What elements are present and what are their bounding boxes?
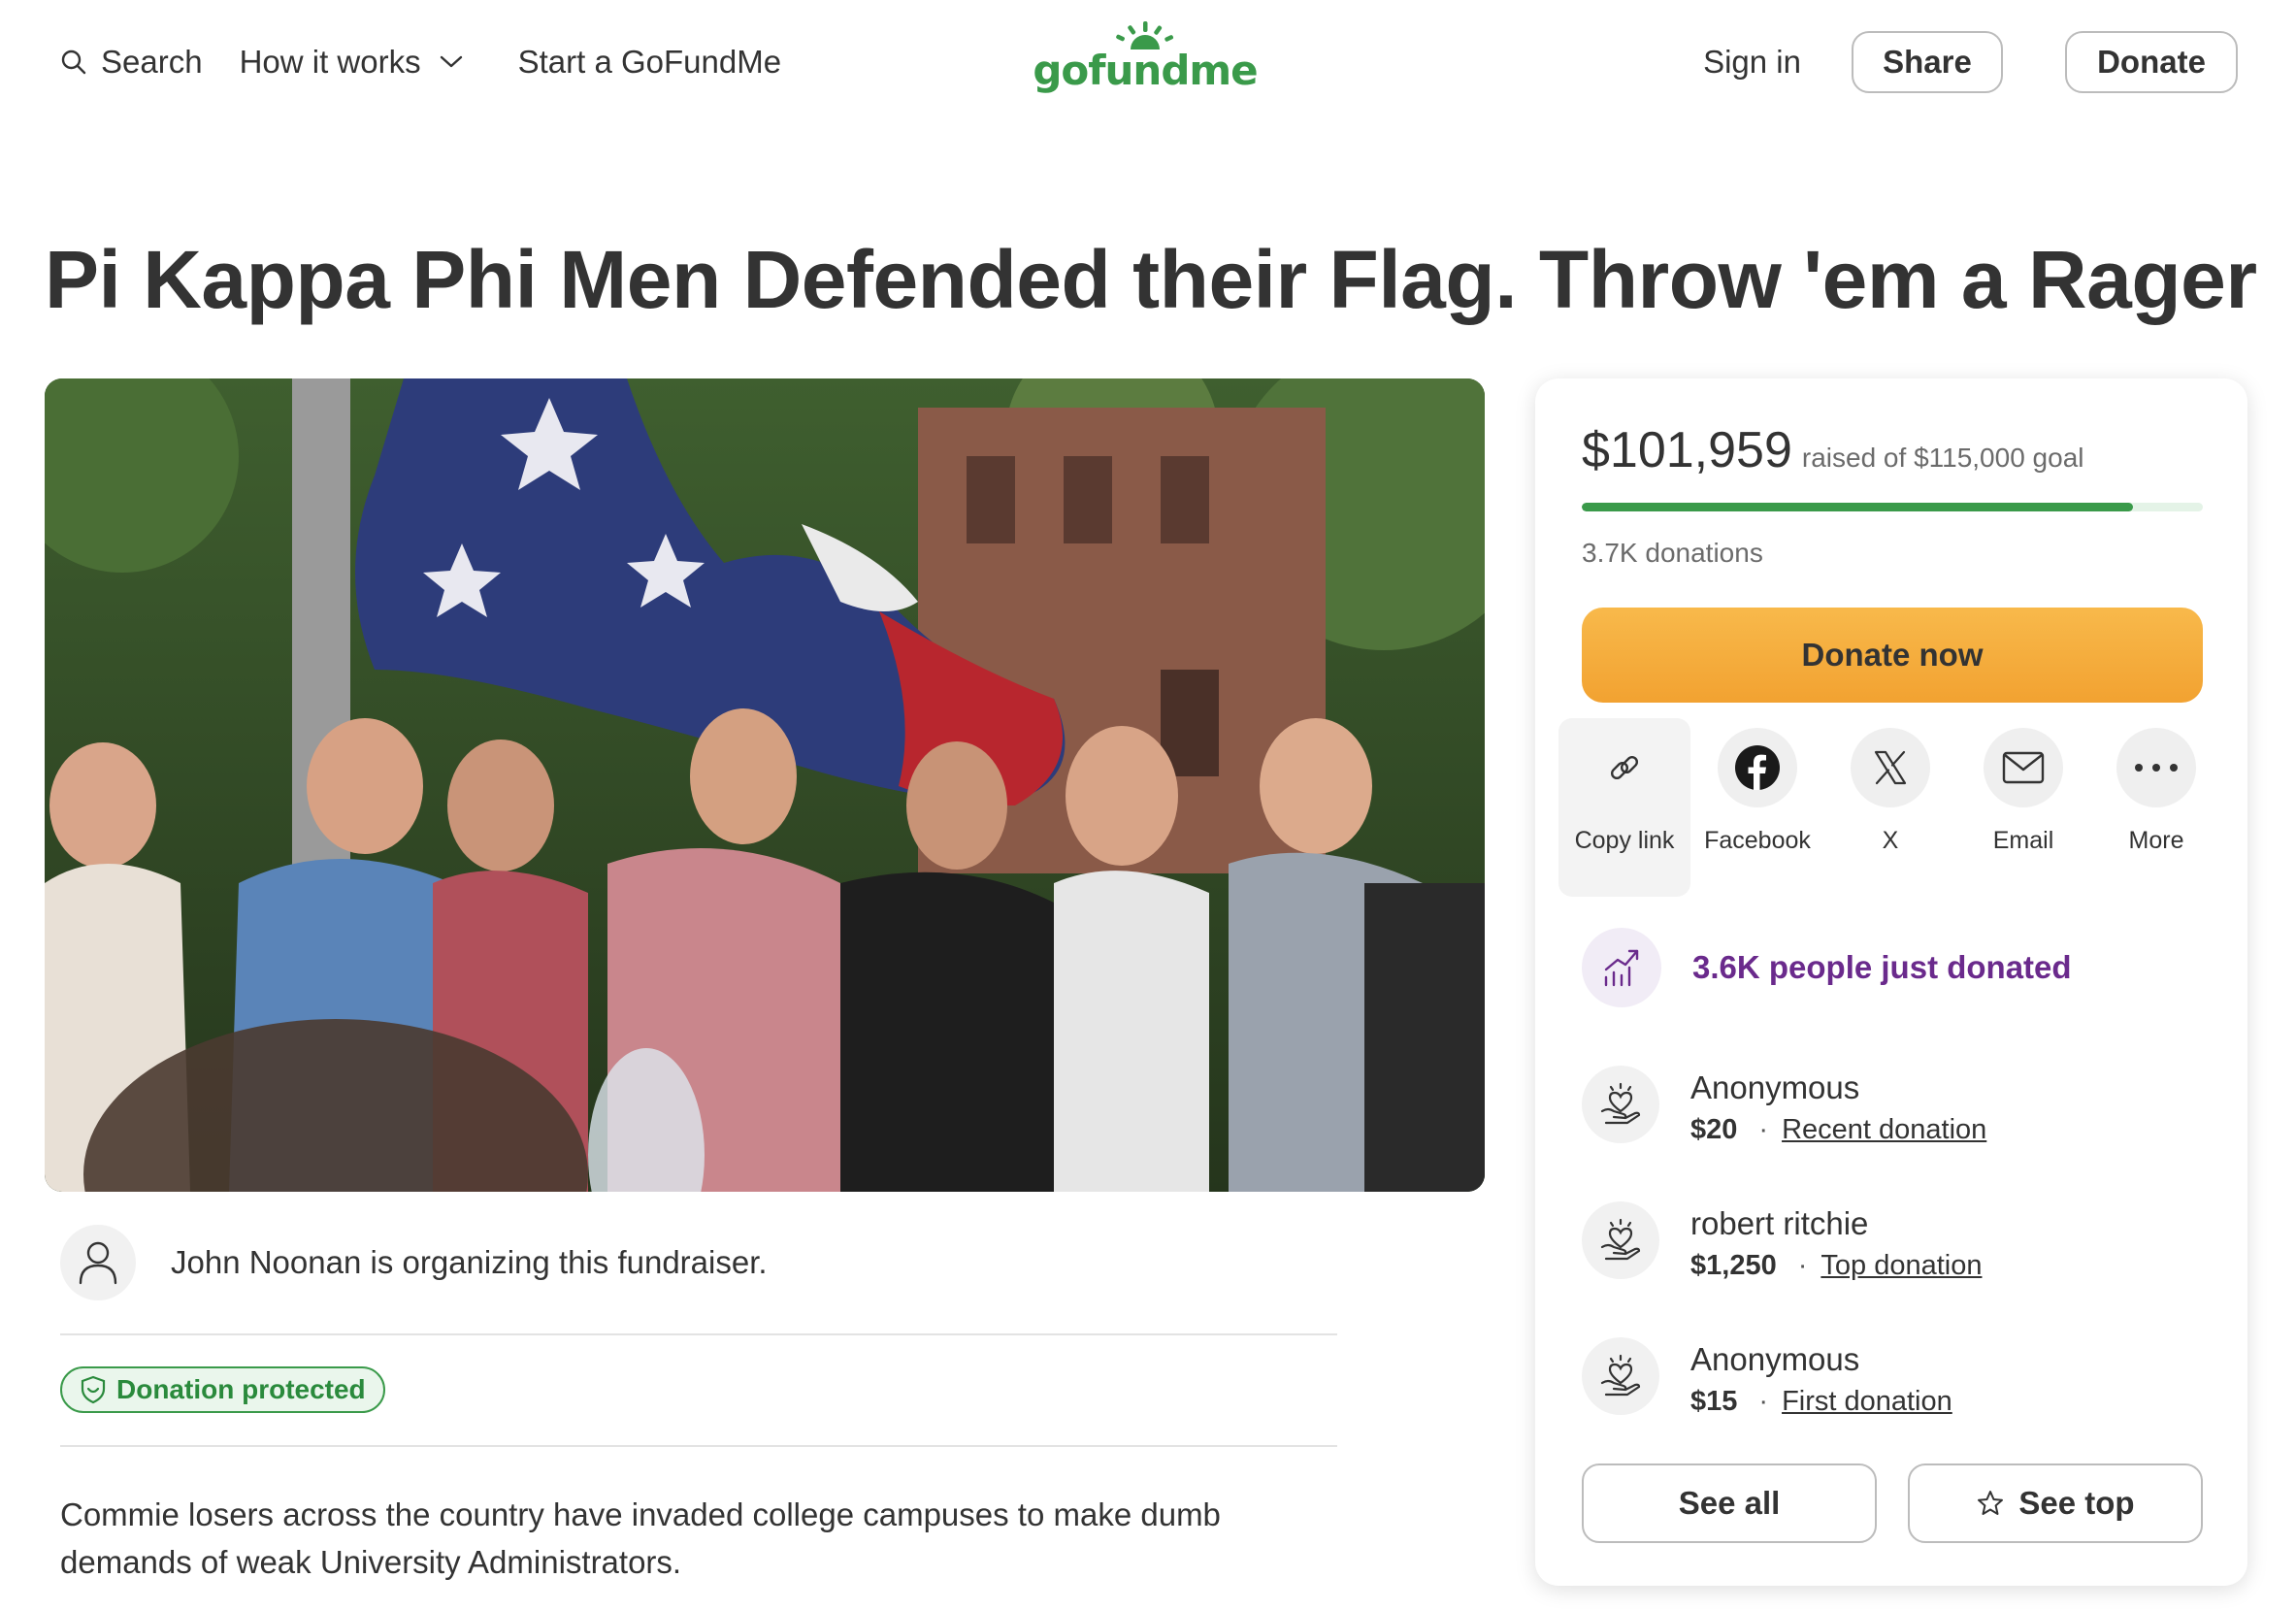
share-button[interactable]: Share [1852,31,2003,93]
donation-tag-link[interactable]: First donation [1782,1386,1952,1418]
heart-hand-icon [1582,1337,1659,1415]
top-nav: Search How it works Start a GoFundMe gof… [0,0,2296,126]
how-it-works-label: How it works [239,44,421,80]
campaign-photo-illustration [45,378,1485,1192]
donation-protected-badge[interactable]: Donation protected [60,1366,385,1413]
logo-text: gofundme [1033,47,1258,94]
progress-bar [1582,503,2203,511]
donor-row: Anonymous $20 · Recent donation [1582,1066,1986,1146]
organizer-row: John Noonan is organizing this fundraise… [60,1225,768,1300]
how-it-works-menu[interactable]: How it works [240,44,464,81]
divider [60,1445,1337,1447]
campaign-photo[interactable] [45,378,1485,1192]
email-icon [2002,751,2045,784]
see-top-button[interactable]: See top [1908,1463,2203,1543]
share-option-label: Email [1992,827,2054,854]
more-icon [2135,764,2178,772]
raised-goal: raised of $115,000 goal [1801,443,2084,473]
donor-name: robert ritchie [1690,1205,1869,1241]
donation-count: 3.7K donations [1582,538,1763,568]
recent-donors-trend: 3.6K people just donated [1582,928,2072,1007]
donation-tag-link[interactable]: Recent donation [1782,1114,1986,1146]
donor-row: robert ritchie $1,250 · Top donation [1582,1201,1982,1282]
see-top-label: See top [2018,1485,2135,1521]
x-icon [1874,750,1907,785]
donation-tag-link[interactable]: Top donation [1820,1250,1982,1282]
copy-link-button[interactable]: Copy link [1558,718,1690,897]
shield-icon [81,1375,106,1404]
share-option-label: Copy link [1574,827,1675,854]
facebook-share-button[interactable]: Facebook [1691,718,1823,897]
share-option-label: Facebook [1704,827,1811,854]
gofundme-logo[interactable]: gofundme [1033,21,1259,103]
start-fundraiser-link[interactable]: Start a GoFundMe [518,44,781,81]
separator-dot: · [1758,1386,1769,1417]
heart-hand-icon [1582,1201,1659,1279]
divider [60,1333,1337,1335]
share-option-label: More [2128,827,2184,854]
link-icon [1610,755,1639,780]
trending-up-icon [1582,928,1661,1007]
donation-card: $101,959 raised of $115,000 goal 3.7K do… [1535,378,2247,1586]
trend-text: 3.6K people just donated [1692,949,2072,985]
donation-protected-label: Donation protected [116,1374,366,1404]
nav-left: Search How it works Start a GoFundMe [60,37,781,87]
avatar [60,1225,136,1300]
nav-right: Sign in Share Donate [1703,31,2238,93]
see-all-label: See all [1678,1485,1781,1521]
star-icon [1978,1491,2004,1515]
campaign-description: Commie losers across the country have in… [60,1496,1221,1580]
donor-amount: $1,250 [1690,1250,1777,1281]
separator-dot: · [1758,1114,1769,1145]
donor-name: Anonymous [1690,1341,1860,1377]
separator-dot: · [1797,1250,1808,1281]
organizer-text: John Noonan is organizing this fundraise… [171,1244,768,1280]
donate-now-button[interactable]: Donate now [1582,608,2203,703]
email-share-button[interactable]: Email [1957,718,2089,897]
donor-amount: $20 [1690,1114,1738,1145]
x-share-button[interactable]: X [1824,718,1956,897]
raised-amount: $101,959 [1582,422,1792,478]
chevron-down-icon [421,54,464,70]
page-title: Pi Kappa Phi Men Defended their Flag. Th… [45,234,2257,325]
person-icon [79,1241,117,1285]
progress-fill [1582,503,2133,511]
share-options: Copy link Facebook X Email More [1558,718,2228,897]
search-icon [60,49,101,76]
donor-amount: $15 [1690,1386,1738,1417]
share-option-label: X [1882,827,1899,854]
sign-in-link[interactable]: Sign in [1703,44,1801,81]
donor-name: Anonymous [1690,1069,1860,1105]
donate-button[interactable]: Donate [2065,31,2238,93]
search-label: Search [101,44,203,80]
raised-summary: $101,959 raised of $115,000 goal [1582,421,2084,479]
facebook-icon [1735,745,1780,790]
search-link[interactable]: Search [60,44,203,81]
more-share-button[interactable]: More [2090,718,2222,897]
heart-hand-icon [1582,1066,1659,1143]
donor-row: Anonymous $15 · First donation [1582,1337,1952,1418]
see-all-button[interactable]: See all [1582,1463,1877,1543]
